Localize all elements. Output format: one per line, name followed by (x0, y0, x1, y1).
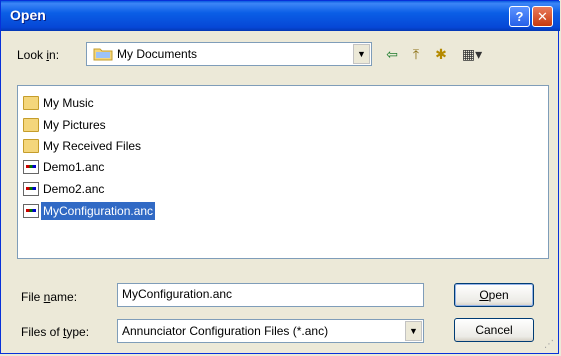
file-name: Demo2.anc (43, 182, 105, 196)
list-item[interactable]: Demo1.anc (23, 158, 106, 176)
file-name: My Received Files (43, 139, 142, 153)
open-dialog: Open ? ✕ Look in: My Documents ▼ ⇦ ⤒ ✱ ▦… (0, 0, 560, 354)
look-in-dropdown-button[interactable]: ▼ (353, 44, 370, 64)
dialog-title: Open (10, 7, 46, 23)
list-item[interactable]: My Music (23, 94, 96, 112)
file-name: Demo1.anc (43, 160, 105, 174)
chevron-down-icon: ▼ (409, 326, 418, 336)
close-icon: ✕ (537, 9, 548, 24)
music-folder-icon (23, 96, 39, 110)
back-arrow-icon: ⇦ (386, 46, 398, 62)
pictures-folder-icon (23, 118, 39, 132)
look-in-value: My Documents (117, 47, 198, 61)
up-folder-icon: ⤒ (412, 46, 420, 62)
up-folder-button[interactable]: ⤒ (406, 45, 426, 63)
look-in-dropdown[interactable]: My Documents ▼ (86, 42, 372, 66)
list-item-selected[interactable]: MyConfiguration.anc (23, 202, 156, 220)
views-icon: ▦▾ (461, 46, 483, 62)
list-item[interactable]: My Pictures (23, 116, 108, 134)
anc-file-icon (23, 182, 39, 196)
file-type-dropdown[interactable]: Annunciator Configuration Files (*.anc) … (117, 319, 424, 343)
file-name: My Pictures (43, 118, 106, 132)
open-button[interactable]: Open (454, 283, 534, 307)
cancel-button[interactable]: Cancel (454, 318, 534, 342)
file-name-input[interactable]: MyConfiguration.anc (117, 283, 424, 307)
file-name: MyConfiguration.anc (41, 202, 156, 220)
chevron-down-icon: ▼ (357, 49, 366, 59)
file-name-label: File name: (21, 290, 78, 304)
anc-file-icon (23, 204, 39, 218)
back-button[interactable]: ⇦ (382, 45, 402, 63)
file-type-dropdown-button[interactable]: ▼ (405, 321, 422, 341)
folder-icon (23, 139, 39, 153)
new-folder-icon: ✱ (435, 46, 447, 62)
question-icon: ? (515, 9, 524, 24)
file-name: My Music (43, 96, 94, 110)
title-bar[interactable]: Open ? ✕ (1, 1, 560, 31)
views-menu-button[interactable]: ▦▾ (457, 45, 487, 63)
look-in-label: Look in: (17, 48, 60, 62)
resize-grip-icon[interactable]: ⋰ (544, 339, 556, 351)
folder-icon (93, 48, 113, 61)
file-list[interactable]: My Music My Pictures My Received Files D… (17, 85, 549, 259)
list-item[interactable]: My Received Files (23, 137, 143, 155)
file-type-label: Files of type: (21, 325, 90, 339)
new-folder-button[interactable]: ✱ (431, 45, 451, 63)
list-item[interactable]: Demo2.anc (23, 180, 106, 198)
help-button[interactable]: ? (509, 6, 530, 27)
file-type-value: Annunciator Configuration Files (*.anc) (122, 324, 329, 338)
close-button[interactable]: ✕ (532, 6, 553, 27)
anc-file-icon (23, 160, 39, 174)
